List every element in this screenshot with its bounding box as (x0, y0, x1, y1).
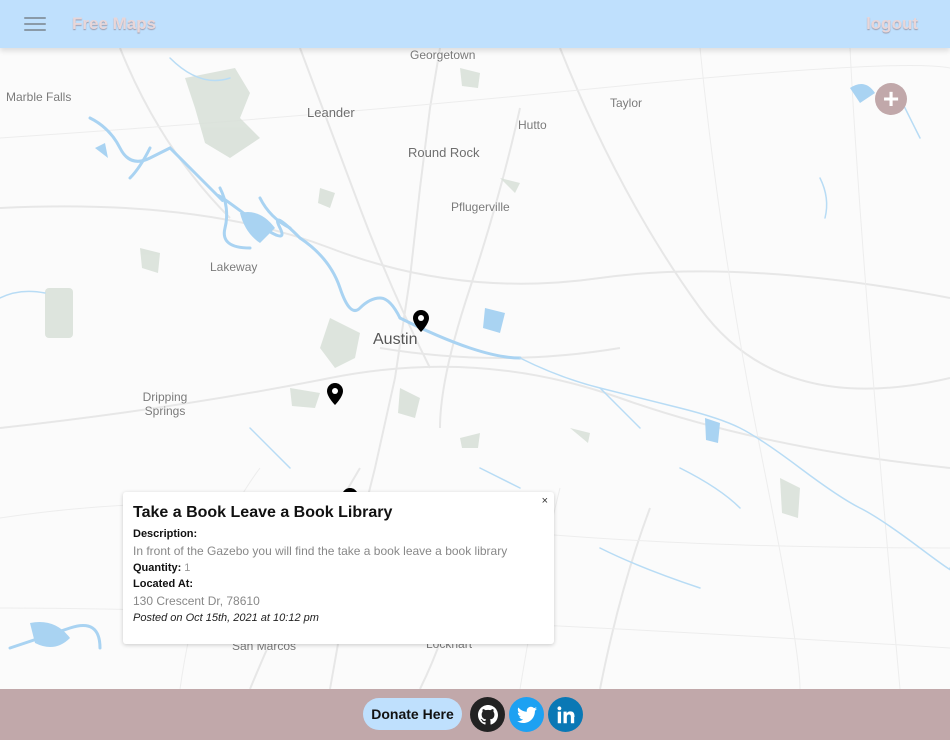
donate-button[interactable]: Donate Here (363, 698, 462, 730)
place-label-austin: Austin (373, 331, 418, 348)
description-label: Description: (133, 528, 198, 540)
posted-date: Posted on Oct 15th, 2021 at 10:12 pm (133, 612, 319, 624)
place-label-leander: Leander (307, 105, 355, 120)
logout-link[interactable]: logout (866, 14, 918, 34)
linkedin-icon[interactable] (548, 697, 583, 732)
popup-title: Take a Book Leave a Book Library (133, 504, 393, 521)
place-label-round-rock: Round Rock (408, 145, 480, 160)
github-icon[interactable] (470, 697, 505, 732)
quantity-row: Quantity: 1 (133, 560, 544, 576)
place-label-georgetown: Georgetown (410, 48, 476, 62)
located-label: Located At: (133, 578, 194, 590)
address-text: 130 Crescent Dr, 78610 (133, 594, 260, 608)
quantity-label: Quantity: (133, 562, 182, 574)
place-label-marble-falls: Marble Falls (6, 90, 72, 104)
close-icon[interactable]: × (542, 495, 548, 507)
menu-icon[interactable] (24, 14, 46, 34)
map-marker-icon[interactable] (413, 310, 429, 332)
description-text: In front of the Gazebo you will find the… (133, 544, 508, 558)
add-location-button[interactable]: + (875, 83, 907, 115)
map-marker-icon[interactable] (327, 383, 343, 405)
place-label-hutto: Hutto (518, 118, 547, 132)
place-label-lakeway: Lakeway (210, 260, 258, 274)
place-label-dripping-springs: Dripping Springs (142, 390, 188, 418)
place-label-taylor: Taylor (610, 96, 643, 110)
place-label-pflugerville: Pflugerville (451, 200, 510, 214)
brand-title[interactable]: Free Maps (72, 14, 156, 34)
app-footer: Donate Here (0, 689, 950, 740)
quantity-value: 1 (184, 562, 191, 574)
app-header: Free Maps logout (0, 0, 950, 48)
twitter-icon[interactable] (509, 697, 544, 732)
location-popup: × Take a Book Leave a Book Library Descr… (123, 492, 554, 644)
map-canvas[interactable]: Georgetown Marble Falls Leander Taylor H… (0, 48, 950, 689)
